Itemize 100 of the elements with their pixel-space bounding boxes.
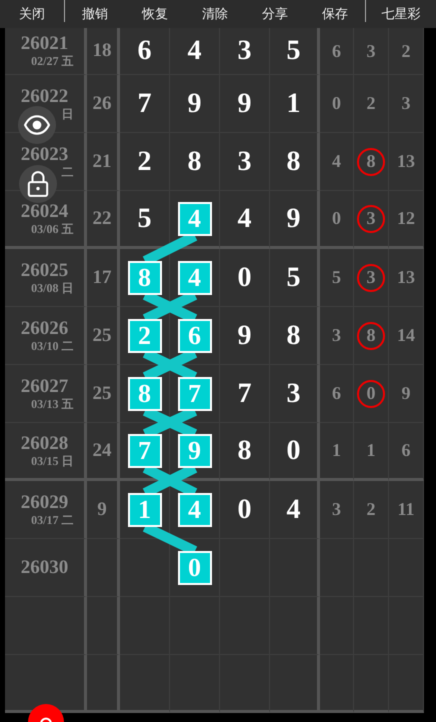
highlighted-digit: 7 — [178, 376, 212, 410]
digit: 4 — [286, 494, 300, 526]
draw-date: 03/10 二 — [30, 338, 74, 352]
issue-number: 26026 — [20, 318, 68, 338]
empty-cell — [270, 655, 320, 713]
draw-date: 二 — [60, 164, 74, 178]
toolbar-button[interactable]: 恢复 — [125, 0, 185, 28]
issue-number: 26023 — [20, 144, 68, 164]
digit: 9 — [238, 88, 252, 120]
digit: 7 — [238, 378, 252, 410]
stat-value: 6 — [331, 40, 342, 62]
connector-line — [140, 236, 198, 260]
digit: 9 — [238, 320, 252, 352]
issue-number: 26024 — [20, 202, 68, 222]
empty-cell — [87, 655, 120, 713]
empty-cell — [389, 597, 424, 655]
issue-number: 26021 — [20, 34, 68, 54]
digit: 5 — [286, 35, 300, 67]
crossed-connector-lines — [140, 410, 198, 434]
highlighted-digit: 4 — [178, 202, 212, 236]
highlighted-digit: 1 — [128, 492, 162, 526]
draw-date: 日 — [60, 106, 74, 120]
close-button[interactable]: 关闭 — [0, 0, 64, 28]
circled-number: 3 — [357, 264, 385, 292]
stat-value: 3 — [331, 324, 342, 347]
sum-value: 25 — [92, 324, 112, 346]
digit: 2 — [138, 146, 152, 178]
digit: 8 — [286, 146, 300, 178]
sum-value: 26 — [92, 92, 112, 114]
toolbar-button[interactable]: 分享 — [245, 0, 305, 28]
highlighted-digit: 9 — [178, 434, 212, 468]
empty-cell — [270, 597, 320, 655]
highlighted-digit: 4 — [178, 492, 212, 526]
stat-value: 3 — [400, 92, 412, 115]
empty-cell — [320, 597, 354, 655]
crossed-connector-lines — [140, 468, 198, 492]
draw-date: 03/08 日 — [30, 280, 74, 294]
circled-number: 3 — [357, 204, 385, 232]
stat-value: 12 — [396, 207, 416, 230]
empty-cell — [120, 655, 170, 713]
highlighted-digit: 7 — [128, 434, 162, 468]
stat-value: 2 — [366, 92, 376, 115]
highlighted-digit: 2 — [128, 318, 162, 352]
digit: 0 — [238, 494, 252, 526]
digit: 6 — [138, 35, 152, 67]
sum-value: 21 — [92, 150, 112, 172]
draw-date: 03/13 五 — [30, 396, 74, 410]
highlighted-digit: 6 — [178, 318, 212, 352]
issue-number: 26030 — [20, 558, 68, 578]
digit: 8 — [286, 320, 300, 352]
issue-number: 26025 — [20, 260, 68, 280]
toolbar-button[interactable]: 清除 — [185, 0, 245, 28]
stat-value: 3 — [366, 40, 376, 62]
stat-value: 9 — [400, 382, 412, 405]
app-title: 七星彩 — [380, 6, 422, 23]
stat-value: 1 — [366, 439, 376, 462]
stat-value: 11 — [396, 498, 416, 521]
draw-date: 03/17 二 — [30, 512, 74, 526]
crossed-connector-lines — [140, 352, 198, 376]
sum-value: 24 — [92, 440, 112, 462]
stat-value: 5 — [331, 266, 342, 289]
lock-icon — [27, 170, 49, 198]
empty-cell — [320, 655, 354, 713]
stat-value: 1 — [331, 439, 342, 462]
empty-cell — [170, 655, 220, 713]
highlighted-digit: 8 — [128, 376, 162, 410]
digit: 5 — [138, 202, 152, 234]
draw-date: 03/15 日 — [30, 454, 74, 468]
highlighted-digit: 0 — [178, 550, 212, 584]
digit: 5 — [286, 262, 300, 294]
circled-number: 8 — [357, 148, 385, 176]
issue-number: 26028 — [20, 434, 68, 454]
digit: 0 — [286, 434, 300, 466]
digit: 9 — [188, 88, 202, 120]
sum-value: 9 — [97, 498, 107, 520]
toolbar-button[interactable]: 撤销 — [65, 0, 125, 28]
sum-value: 25 — [92, 382, 112, 404]
digit: 8 — [238, 434, 252, 466]
empty-cell — [354, 655, 389, 713]
toolbar-button[interactable]: 保存 — [305, 0, 365, 28]
highlighted-digit: 8 — [128, 260, 162, 294]
issue-number: 26022 — [20, 86, 68, 106]
stat-value: 6 — [331, 382, 342, 405]
empty-cell — [220, 655, 270, 713]
empty-cell — [87, 597, 120, 655]
digit: 8 — [188, 146, 202, 178]
circled-number: 8 — [357, 322, 385, 350]
sum-value: 22 — [92, 208, 112, 230]
issue-number: 26027 — [20, 376, 68, 396]
digit: 4 — [188, 35, 202, 67]
draw-date: 02/27 五 — [30, 54, 74, 68]
digit: 4 — [238, 202, 252, 234]
digit: 3 — [238, 146, 252, 178]
crossed-connector-lines — [140, 294, 198, 318]
sum-value: 18 — [92, 40, 112, 62]
stat-value: 14 — [396, 324, 416, 347]
digit: 9 — [286, 202, 300, 234]
digit: 0 — [238, 262, 252, 294]
sum-value: 17 — [92, 266, 112, 288]
digit: 3 — [238, 35, 252, 67]
